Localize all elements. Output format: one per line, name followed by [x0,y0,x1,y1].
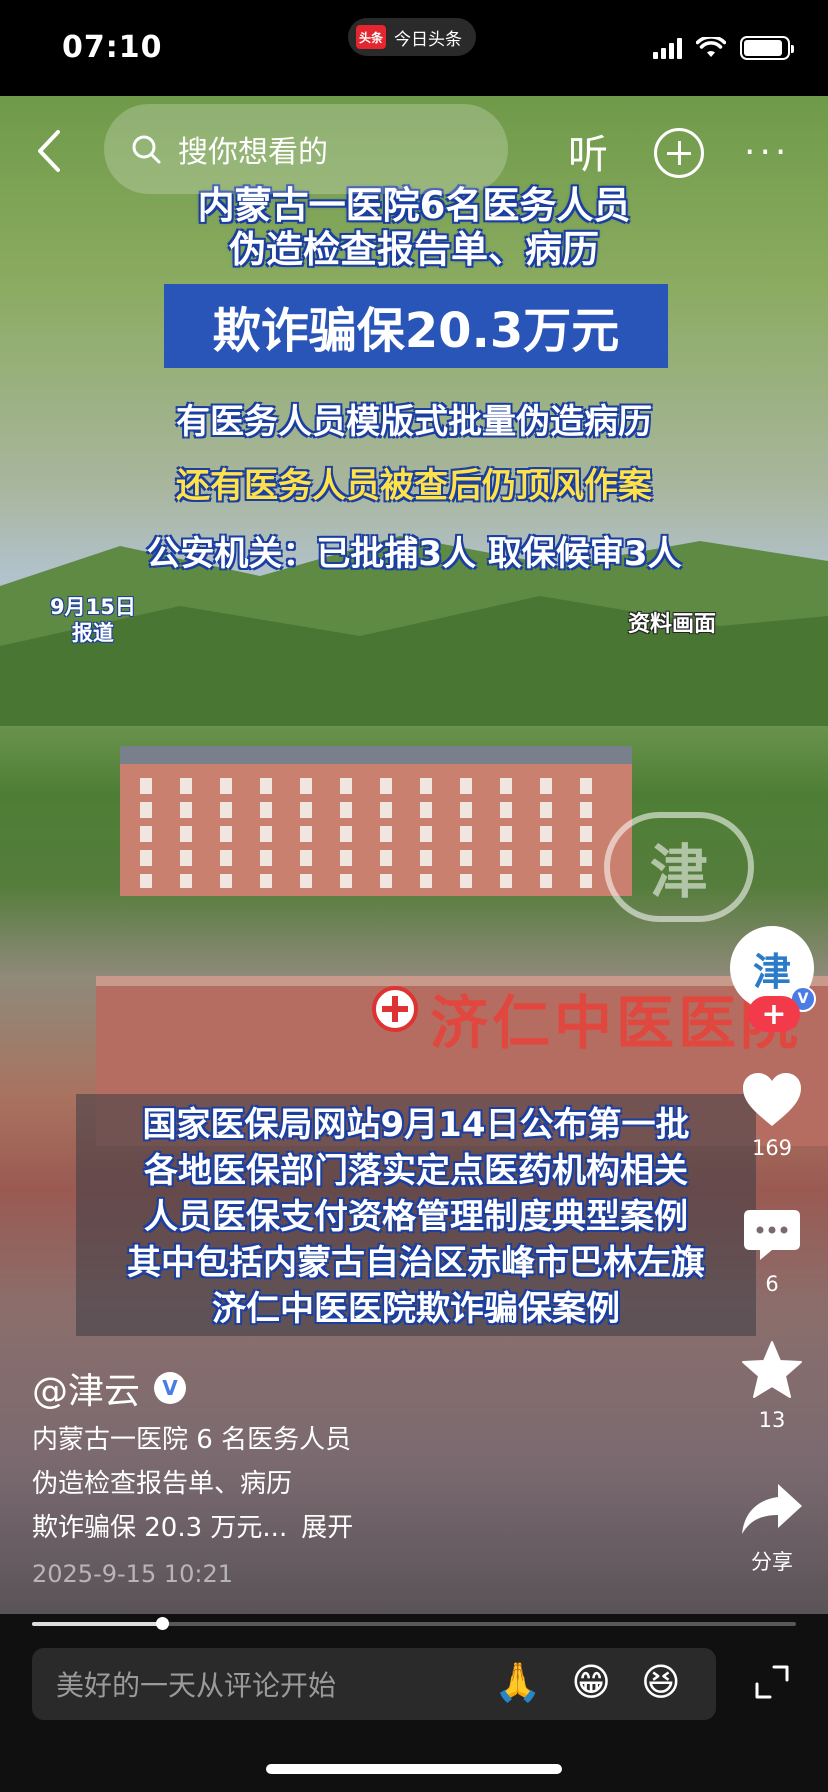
comment-placeholder: 美好的一天从评论开始 [56,1669,337,1702]
video-headline-1: 内蒙古一医院6名医务人员 伪造检查报告单、病历 [197,184,631,271]
source-app-pill[interactable]: 头条 今日头条 [348,18,476,56]
caption-line: 各地医保部门落实定点医药机构相关 [144,1151,688,1191]
back-chevron-icon[interactable] [30,126,70,176]
favorite-count: 13 [758,1408,786,1432]
post-timestamp: 2025-9-15 10:21 [32,1560,233,1588]
comment-count: 6 [765,1272,779,1296]
caption-line: 国家医保局网站9月14日公布第一批 [142,1105,690,1145]
desc-line: 欺诈骗保 20.3 万元... [32,1513,288,1543]
like-button[interactable]: 169 [730,1072,814,1160]
wifi-icon [696,37,726,57]
red-cross-icon [372,986,418,1032]
desc-line: 伪造检查报告单、病历 [32,1469,293,1499]
emoji-button[interactable]: 😁 [571,1660,611,1705]
quick-emoji-bar: 🙏 😁 😆 [494,1660,681,1705]
emoji-button[interactable]: 😆 [641,1660,681,1705]
share-label: 分享 [751,1550,793,1574]
fullscreen-icon[interactable] [754,1664,790,1700]
caption-line: 济仁中医医院欺诈骗保案例 [212,1289,620,1329]
emoji-button[interactable]: 🙏 [494,1660,541,1705]
video-headline-3: 有医务人员模版式批量伪造病历 [176,402,652,442]
comment-bubble-icon [744,1210,800,1260]
desc-line: 内蒙古一医院 6 名医务人员 [32,1425,352,1455]
battery-level [744,40,782,56]
share-arrow-icon [742,1484,802,1534]
video-progress-bar[interactable] [32,1617,796,1630]
star-icon [742,1341,802,1398]
caption-line: 人员医保支付资格管理制度典型案例 [144,1197,688,1237]
more-horizontal-icon[interactable]: ··· [744,132,790,173]
video-headline-4: 还有医务人员被查后仍顶风作案 [176,466,652,506]
share-button[interactable]: 分享 [730,1480,814,1576]
status-time: 07:10 [62,30,163,65]
add-icon[interactable] [654,128,704,178]
progress-handle[interactable] [155,1617,169,1630]
hospital-main-building [120,746,632,896]
comment-button[interactable]: 6 [730,1208,814,1296]
channel-watermark: 津 [604,812,754,922]
search-input[interactable]: 搜你想看的 [104,104,508,194]
favorite-button[interactable]: 13 [730,1340,814,1432]
search-placeholder: 搜你想看的 [178,135,328,170]
battery-icon [740,36,794,60]
video-caption: 国家医保局网站9月14日公布第一批 各地医保部门落实定点医药机构相关 人员医保支… [76,1094,756,1336]
follow-button[interactable]: + [748,996,800,1032]
system-icons [653,36,794,60]
home-indicator[interactable] [266,1764,562,1774]
like-count: 169 [751,1136,793,1160]
author-name[interactable]: @津云 V [32,1362,187,1414]
status-bar: 07:10 头条 今日头条 [0,0,828,96]
caption-line: 其中包括内蒙古自治区赤峰市巴林左旗 [127,1243,705,1283]
post-description[interactable]: 内蒙古一医院 6 名医务人员 伪造检查报告单、病历 欺诈骗保 20.3 万元..… [32,1418,353,1550]
toutiao-logo: 头条 [356,25,386,49]
listen-button[interactable]: 听 [568,122,608,180]
source-app-name: 今日头条 [394,29,462,50]
heart-icon [743,1073,801,1126]
report-date-tag: 9月15日 报道 [50,595,136,645]
expand-link[interactable]: 展开 [301,1513,353,1543]
archive-footage-tag: 资料画面 [628,612,717,637]
video-headline-5: 公安机关：已批捕3人 取保候审3人 [146,534,682,574]
cellular-signal-icon [653,37,682,59]
search-icon [132,135,161,164]
video-headline-box: 欺诈骗保20.3万元 [164,284,668,368]
progress-fill [32,1622,162,1626]
verified-badge-icon: V [154,1372,187,1404]
